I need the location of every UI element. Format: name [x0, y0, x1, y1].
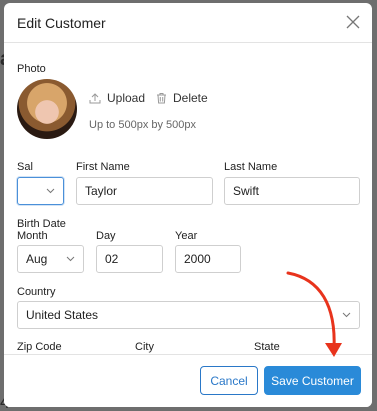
day-label: Day: [96, 230, 116, 242]
modal-footer: Cancel Save Customer: [4, 354, 372, 407]
chevron-down-icon: [66, 256, 75, 262]
cancel-label: Cancel: [210, 373, 248, 388]
photo-size-hint: Up to 500px by 500px: [89, 119, 197, 131]
sal-label: Sal: [17, 161, 33, 173]
avatar: [17, 79, 77, 139]
chevron-down-icon: [46, 188, 55, 194]
country-select[interactable]: United States: [17, 301, 360, 329]
month-label: Month: [17, 230, 48, 242]
year-label: Year: [175, 230, 198, 242]
day-field[interactable]: 02: [96, 245, 163, 273]
first-name-value: Taylor: [85, 184, 118, 198]
city-label: City: [135, 341, 154, 353]
delete-button[interactable]: Delete: [156, 91, 208, 105]
upload-button[interactable]: Upload: [89, 91, 145, 105]
upload-icon: [89, 93, 101, 104]
last-name-field[interactable]: Swift: [224, 177, 360, 205]
zip-code-label: Zip Code: [17, 341, 62, 353]
state-label: State: [254, 341, 280, 353]
first-name-field[interactable]: Taylor: [76, 177, 213, 205]
month-select[interactable]: Aug: [17, 245, 84, 273]
save-label: Save Customer: [271, 373, 354, 388]
sal-select[interactable]: [17, 177, 64, 205]
cancel-button[interactable]: Cancel: [200, 366, 258, 395]
close-icon[interactable]: [346, 15, 360, 29]
last-name-label: Last Name: [224, 161, 278, 173]
first-name-label: First Name: [76, 161, 130, 173]
last-name-value: Swift: [233, 184, 260, 198]
country-value: United States: [26, 308, 99, 322]
year-value: 2000: [184, 252, 211, 266]
birth-date-label: Birth Date: [17, 218, 66, 230]
year-field[interactable]: 2000: [175, 245, 241, 273]
save-customer-button[interactable]: Save Customer: [264, 366, 361, 395]
modal-header: Edit Customer: [4, 3, 372, 43]
upload-label: Upload: [107, 91, 146, 105]
country-label: Country: [17, 286, 56, 298]
photo-label: Photo: [17, 63, 46, 75]
modal-title: Edit Customer: [17, 15, 106, 31]
day-value: 02: [105, 252, 119, 266]
chevron-down-icon: [342, 312, 351, 318]
trash-icon: [157, 93, 166, 104]
edit-customer-modal: Edit Customer Photo Upload Delete Up to …: [4, 3, 372, 407]
delete-label: Delete: [173, 91, 208, 105]
month-value: Aug: [26, 252, 48, 266]
